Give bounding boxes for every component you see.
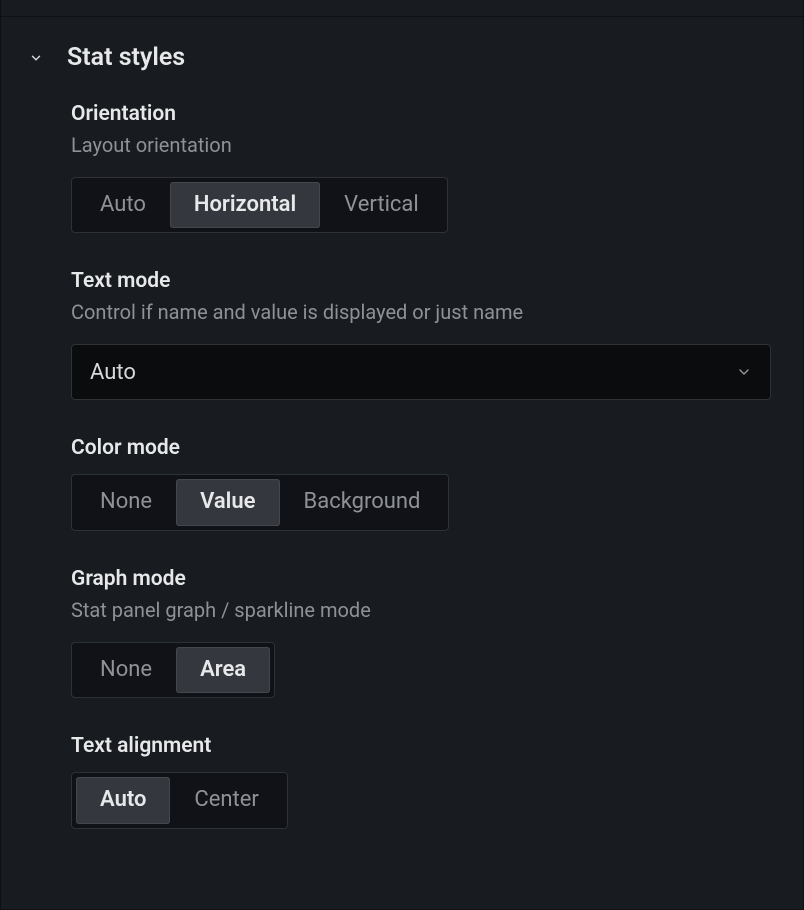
- graph-mode-option-area[interactable]: Area: [176, 647, 270, 693]
- text-alignment-radio-group: Auto Center: [71, 772, 288, 828]
- text-mode-select-value: Auto: [90, 360, 136, 385]
- color-mode-option-none[interactable]: None: [76, 479, 176, 525]
- text-mode-select[interactable]: Auto: [71, 344, 771, 400]
- section-title: Stat styles: [67, 43, 185, 72]
- text-mode-field: Text mode Control if name and value is d…: [71, 269, 783, 400]
- text-mode-description: Control if name and value is displayed o…: [71, 299, 783, 326]
- chevron-down-icon: [736, 364, 752, 380]
- orientation-radio-group: Auto Horizontal Vertical: [71, 177, 448, 233]
- text-alignment-option-center[interactable]: Center: [170, 777, 282, 823]
- graph-mode-field: Graph mode Stat panel graph / sparkline …: [71, 567, 783, 698]
- color-mode-option-background[interactable]: Background: [280, 479, 445, 525]
- orientation-field: Orientation Layout orientation Auto Hori…: [71, 102, 783, 233]
- stat-styles-section: Stat styles Orientation Layout orientati…: [1, 17, 803, 869]
- orientation-description: Layout orientation: [71, 132, 783, 159]
- color-mode-label: Color mode: [71, 436, 783, 460]
- orientation-option-auto[interactable]: Auto: [76, 182, 170, 228]
- section-header[interactable]: Stat styles: [27, 43, 783, 72]
- orientation-option-vertical[interactable]: Vertical: [320, 182, 443, 228]
- color-mode-radio-group: None Value Background: [71, 474, 449, 530]
- text-alignment-option-auto[interactable]: Auto: [76, 777, 170, 823]
- orientation-option-horizontal[interactable]: Horizontal: [170, 182, 320, 228]
- chevron-down-icon: [27, 49, 45, 67]
- graph-mode-description: Stat panel graph / sparkline mode: [71, 597, 783, 624]
- panel-top-divider: [1, 0, 803, 17]
- graph-mode-option-none[interactable]: None: [76, 647, 176, 693]
- text-alignment-field: Text alignment Auto Center: [71, 734, 783, 828]
- text-mode-label: Text mode: [71, 269, 783, 293]
- graph-mode-radio-group: None Area: [71, 642, 275, 698]
- color-mode-field: Color mode None Value Background: [71, 436, 783, 530]
- orientation-label: Orientation: [71, 102, 783, 126]
- stat-styles-panel: Stat styles Orientation Layout orientati…: [0, 0, 804, 910]
- color-mode-option-value[interactable]: Value: [176, 479, 279, 525]
- text-alignment-label: Text alignment: [71, 734, 783, 758]
- graph-mode-label: Graph mode: [71, 567, 783, 591]
